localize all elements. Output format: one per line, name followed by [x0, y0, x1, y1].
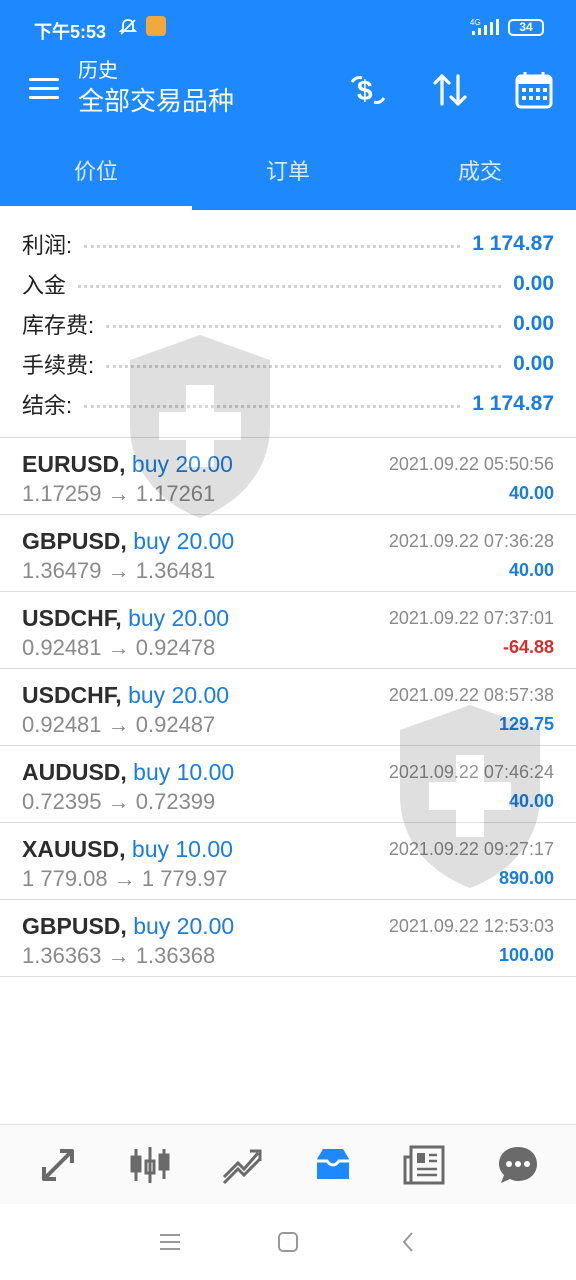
- news-icon[interactable]: [403, 1143, 447, 1187]
- menu-icon[interactable]: [26, 72, 64, 106]
- trade-row[interactable]: XAUUSD, buy 10.00 1 779.08 → 1 779.97 20…: [0, 823, 576, 900]
- trade-symbol: GBPUSD,: [22, 913, 127, 939]
- dot-leader: [106, 364, 502, 368]
- sort-icon[interactable]: [430, 70, 470, 110]
- trade-icon[interactable]: [220, 1143, 264, 1187]
- trade-row[interactable]: AUDUSD, buy 10.00 0.72395 → 0.72399 2021…: [0, 746, 576, 823]
- trade-profit: -64.88: [502, 637, 554, 657]
- trade-time: 2021.09.22 07:36:28: [388, 531, 554, 551]
- summary-label: 结余:: [22, 393, 73, 418]
- trade-prices: 1 779.08 → 1 779.97: [22, 866, 228, 891]
- summary-row-commission: 手续费: 0.00: [22, 344, 554, 384]
- chat-icon[interactable]: [496, 1143, 540, 1187]
- trade-profit: 40.00: [508, 483, 554, 503]
- summary-row-deposit: 入金 0.00: [22, 264, 554, 304]
- page-title: 全部交易品种: [78, 86, 235, 116]
- signal-icon: 4G: [470, 18, 499, 35]
- summary-label: 库存费:: [22, 313, 95, 338]
- dollar-swap-icon[interactable]: $: [348, 70, 388, 110]
- dot-leader: [84, 244, 461, 248]
- trade-symbol: USDCHF,: [22, 682, 122, 708]
- bottom-navigation: [0, 1124, 576, 1204]
- trade-profit: 890.00: [498, 868, 554, 888]
- trade-symbol: USDCHF,: [22, 605, 122, 631]
- tab-price[interactable]: 价位: [0, 134, 192, 210]
- summary-row-balance: 结余: 1 174.87: [22, 384, 554, 424]
- trade-profit: 129.75: [498, 714, 554, 734]
- summary-label: 利润:: [22, 233, 73, 258]
- trade-type: buy 20.00: [133, 913, 235, 939]
- trade-prices: 1.17259 → 1.17261: [22, 481, 216, 506]
- summary-label: 入金: [22, 273, 67, 298]
- trade-row[interactable]: USDCHF, buy 20.00 0.92481 → 0.92478 2021…: [0, 592, 576, 669]
- summary-row-swap: 库存费: 0.00: [22, 304, 554, 344]
- trade-symbol: EURUSD,: [22, 451, 126, 477]
- trade-profit: 40.00: [508, 560, 554, 580]
- trade-type: buy 20.00: [128, 605, 230, 631]
- trade-type: buy 10.00: [131, 836, 233, 862]
- battery-indicator: 34: [508, 19, 544, 36]
- recents-icon[interactable]: [156, 1228, 184, 1256]
- trade-symbol: XAUUSD,: [22, 836, 126, 862]
- trade-row[interactable]: USDCHF, buy 20.00 0.92481 → 0.92487 2021…: [0, 669, 576, 746]
- trade-type: buy 10.00: [133, 759, 235, 785]
- muted-bell-icon: [118, 19, 138, 35]
- trade-type: buy 20.00: [131, 451, 233, 477]
- dot-leader: [84, 404, 461, 408]
- trade-prices: 1.36363 → 1.36368: [22, 943, 216, 968]
- trade-symbol: GBPUSD,: [22, 528, 127, 554]
- summary-value: 1 174.87: [472, 232, 554, 255]
- svg-text:$: $: [357, 75, 373, 106]
- status-bar: 下午5:53 4G 34: [0, 0, 576, 56]
- trade-type: buy 20.00: [133, 528, 235, 554]
- network-label: 4G: [470, 18, 481, 27]
- summary-row-profit: 利润: 1 174.87: [22, 224, 554, 264]
- status-time: 下午5:53: [34, 22, 107, 42]
- summary-value: 1 174.87: [472, 392, 554, 415]
- trade-time: 2021.09.22 07:37:01: [388, 608, 554, 628]
- trade-time: 2021.09.22 07:46:24: [388, 762, 554, 782]
- home-icon[interactable]: [274, 1228, 302, 1256]
- title-block[interactable]: 历史 全部交易品种: [78, 58, 234, 118]
- summary-label: 手续费:: [22, 353, 95, 378]
- trade-type: buy 20.00: [128, 682, 230, 708]
- calendar-icon[interactable]: [514, 70, 554, 110]
- back-icon[interactable]: [394, 1228, 422, 1256]
- app-header: 下午5:53 4G 34 历史 全部交易品种 $ 价位 订单 成交: [0, 0, 576, 210]
- summary-value: 0.00: [513, 272, 554, 295]
- system-navigation: [0, 1204, 576, 1280]
- chart-icon[interactable]: [128, 1143, 172, 1187]
- trade-prices: 0.92481 → 0.92478: [22, 635, 216, 660]
- summary-panel: 利润: 1 174.87 入金 0.00 库存费: 0.00 手续费: 0.00…: [0, 210, 576, 438]
- trade-time: 2021.09.22 05:50:56: [388, 454, 554, 474]
- summary-value: 0.00: [513, 312, 554, 335]
- quotes-icon[interactable]: [36, 1143, 80, 1187]
- trade-prices: 0.92481 → 0.92487: [22, 712, 216, 737]
- tab-deals[interactable]: 成交: [384, 134, 576, 210]
- trade-prices: 1.36479 → 1.36481: [22, 558, 216, 583]
- trade-row[interactable]: GBPUSD, buy 20.00 1.36363 → 1.36368 2021…: [0, 900, 576, 977]
- trade-symbol: AUDUSD,: [22, 759, 127, 785]
- trade-profit: 40.00: [508, 791, 554, 811]
- trade-row[interactable]: EURUSD, buy 20.00 1.17259 → 1.17261 2021…: [0, 438, 576, 515]
- tab-bar: 价位 订单 成交: [0, 134, 576, 210]
- toolbar: 历史 全部交易品种 $: [0, 56, 576, 134]
- page-subtitle: 历史: [78, 60, 118, 82]
- trade-profit: 100.00: [498, 945, 554, 965]
- tab-orders[interactable]: 订单: [192, 134, 384, 210]
- trade-row[interactable]: GBPUSD, buy 20.00 1.36479 → 1.36481 2021…: [0, 515, 576, 592]
- dot-leader: [78, 284, 502, 288]
- trade-prices: 0.72395 → 0.72399: [22, 789, 216, 814]
- trade-time: 2021.09.22 08:57:38: [388, 685, 554, 705]
- notification-app-icon: [146, 16, 166, 36]
- trade-time: 2021.09.22 12:53:03: [388, 916, 554, 936]
- dot-leader: [106, 324, 502, 328]
- summary-value: 0.00: [513, 352, 554, 375]
- trade-time: 2021.09.22 09:27:17: [388, 839, 554, 859]
- history-icon[interactable]: [311, 1143, 355, 1187]
